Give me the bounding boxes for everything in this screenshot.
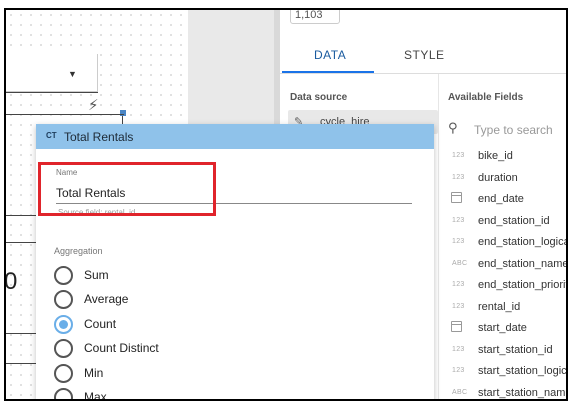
field-item[interactable]: ABC start_station_nam <box>442 383 566 400</box>
field-item[interactable]: 123 end_station_logica <box>442 232 568 254</box>
field-item[interactable]: 123 rental_id <box>442 297 566 319</box>
radio-button[interactable] <box>54 364 73 383</box>
field-name: start_station_nam <box>478 386 566 399</box>
number-type-icon: 123 <box>452 302 465 310</box>
table-line <box>6 363 36 364</box>
tab-style[interactable]: STYLE <box>404 48 445 62</box>
number-type-icon: 123 <box>452 345 465 353</box>
field-item[interactable]: 123 start_station_logic <box>442 361 567 383</box>
scorecard-value: 0 <box>6 268 17 296</box>
radio-button[interactable] <box>54 388 73 399</box>
field-item[interactable]: 123 duration <box>442 168 566 190</box>
field-item[interactable]: 123 end_station_id <box>442 211 566 233</box>
number-type-icon: 123 <box>452 281 465 288</box>
dialog-header: CT Total Rentals <box>36 124 434 149</box>
calendar-icon <box>451 321 462 332</box>
field-item[interactable]: 123 end_station_priorit <box>442 275 568 297</box>
data-source-heading: Data source <box>290 92 348 103</box>
available-fields-list: 123 bike_id 123 duration end_date 123 end_s… <box>442 146 568 400</box>
dialog-title: Total Rentals <box>64 130 134 144</box>
canvas-dropdown[interactable]: ▼ <box>6 54 98 92</box>
text-type-icon: ABC <box>452 259 468 267</box>
table-line <box>6 215 36 216</box>
radio-button[interactable] <box>54 266 73 285</box>
aggregation-label: Aggregation <box>54 246 103 256</box>
source-field-label: Source field: rental_id <box>58 208 136 214</box>
field-name: bike_id <box>478 150 513 162</box>
field-name: end_station_name <box>478 257 568 270</box>
field-item[interactable]: 123 start_station_id <box>442 340 566 362</box>
bolt-icon[interactable]: ⚡ <box>88 96 99 114</box>
table-line <box>6 242 36 243</box>
number-type-icon: 123 <box>452 173 465 181</box>
field-name: start_date <box>478 322 527 334</box>
field-name: duration <box>478 171 518 184</box>
calculated-type-badge: CT <box>46 131 57 140</box>
screenshot-frame: ▼ ⚡ 0 1,103 DATA STYLE Data source ✎ cyc… <box>4 8 568 401</box>
radio-button-selected[interactable] <box>54 315 73 334</box>
radio-button[interactable] <box>54 290 73 309</box>
radio-button[interactable] <box>54 339 73 358</box>
field-editor-dialog: CT Total Rentals Name Source field: rent… <box>36 124 434 401</box>
option-label: Count Distinct <box>84 341 159 355</box>
number-type-icon: 123 <box>452 367 465 374</box>
option-label: Sum <box>84 268 109 282</box>
text-type-icon: ABC <box>452 388 468 396</box>
tab-data[interactable]: DATA <box>314 48 346 62</box>
column-separator <box>438 74 439 399</box>
option-label: Max <box>84 390 107 401</box>
active-tab-indicator <box>282 71 374 73</box>
resize-handle[interactable] <box>120 110 126 116</box>
field-search[interactable]: ⚲ Type to search <box>442 118 566 140</box>
field-name: rental_id <box>478 300 521 313</box>
name-label: Name <box>56 168 78 177</box>
name-field[interactable] <box>56 182 412 204</box>
field-name: end_date <box>478 193 524 205</box>
caret-down-icon: ▼ <box>68 69 77 79</box>
panel-tabs: DATA STYLE <box>280 40 566 74</box>
field-name: end_station_logica <box>478 236 568 248</box>
search-placeholder[interactable]: Type to search <box>474 123 553 137</box>
number-type-icon: 123 <box>452 152 465 159</box>
number-type-icon: 123 <box>452 238 465 245</box>
option-label: Min <box>84 366 104 380</box>
field-item[interactable]: start_date <box>442 318 566 340</box>
top-value-chip: 1,103 <box>290 10 340 24</box>
field-name: end_station_priorit <box>478 279 568 291</box>
option-label: Average <box>84 292 129 306</box>
field-item[interactable]: end_date <box>442 189 566 211</box>
divider <box>6 92 98 93</box>
field-item[interactable]: 123 bike_id <box>442 146 566 168</box>
divider <box>6 114 124 115</box>
calendar-icon <box>451 192 462 203</box>
option-label: Count <box>84 317 117 331</box>
field-name: start_station_id <box>478 343 553 356</box>
field-name: end_station_id <box>478 214 550 227</box>
search-icon: ⚲ <box>448 120 458 135</box>
table-line <box>6 333 36 334</box>
number-type-icon: 123 <box>452 216 465 224</box>
field-item[interactable]: ABC end_station_name <box>442 254 568 276</box>
field-name: start_station_logic <box>478 365 567 377</box>
available-fields-heading: Available Fields <box>448 92 524 103</box>
